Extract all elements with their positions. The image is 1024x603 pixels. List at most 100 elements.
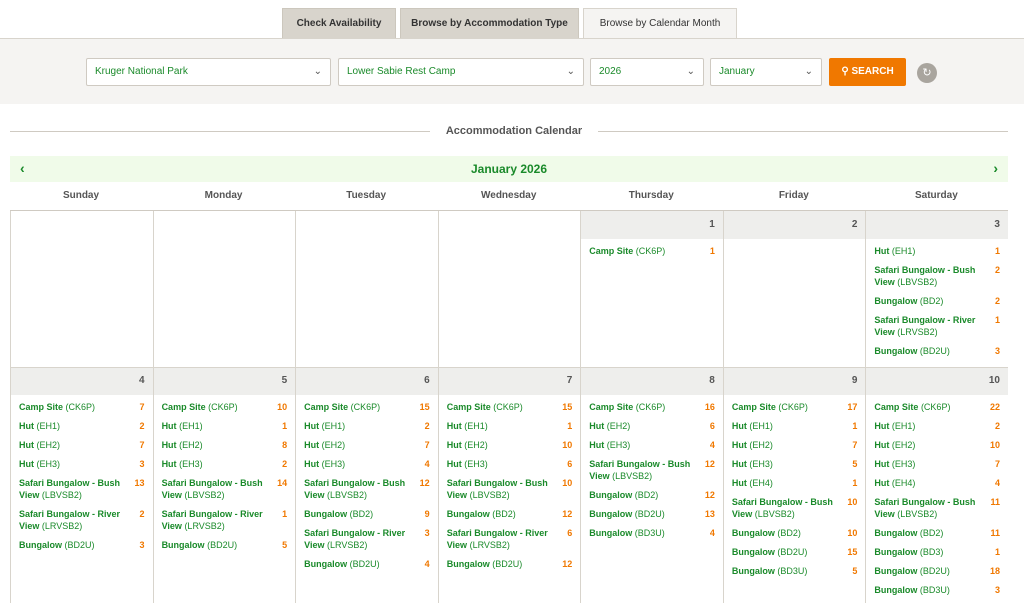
availability-item[interactable]: Camp Site (CK6P) 16 — [589, 401, 715, 413]
availability-count: 2 — [139, 509, 145, 519]
accommodation-name: Hut — [446, 440, 462, 450]
availability-item[interactable]: Safari Bungalow - Bush View (LBVSB2) 14 — [162, 477, 288, 501]
camp-select[interactable]: Lower Sabie Rest Camp ⌄ — [338, 58, 584, 86]
month-select[interactable]: January ⌄ — [710, 58, 822, 86]
availability-item[interactable]: Hut (EH4) 1 — [732, 477, 858, 489]
tab-browse-by-accommodation-type[interactable]: Browse by Accommodation Type — [400, 8, 579, 38]
availability-count: 15 — [562, 402, 573, 412]
availability-item[interactable]: Hut (EH2) 7 — [304, 439, 430, 451]
accommodation-code: (LRVSB2) — [41, 521, 83, 531]
accommodation-name: Bungalow — [731, 547, 775, 557]
availability-item[interactable]: Hut (EH1) 1 — [732, 420, 858, 432]
availability-item[interactable]: Bungalow (BD2) 12 — [447, 508, 573, 520]
availability-count: 16 — [704, 402, 715, 412]
accommodation-name: Bungalow — [731, 566, 775, 576]
availability-item[interactable]: Bungalow (BD3U) 4 — [589, 527, 715, 539]
accommodation-code: (LBVSB2) — [469, 490, 510, 500]
availability-item[interactable]: Safari Bungalow - River View (LRVSB2) 6 — [447, 527, 573, 551]
calendar-day-cell — [295, 211, 438, 367]
availability-count: 1 — [852, 421, 858, 431]
availability-item[interactable]: Safari Bungalow - Bush View (LBVSB2) 12 — [589, 458, 715, 482]
availability-item[interactable]: Safari Bungalow - Bush View (LBVSB2) 11 — [874, 496, 1000, 520]
calendar-day-cell — [152, 211, 296, 367]
availability-count: 10 — [562, 478, 573, 488]
accommodation-code: (BD2) — [919, 296, 944, 306]
availability-item[interactable]: Safari Bungalow - Bush View (LBVSB2) 13 — [19, 477, 145, 501]
availability-item[interactable]: Hut (EH3) 4 — [304, 458, 430, 470]
availability-item[interactable]: Bungalow (BD2U) 13 — [589, 508, 715, 520]
availability-item[interactable]: Safari Bungalow - River View (LRVSB2) 3 — [304, 527, 430, 551]
availability-item[interactable]: Hut (EH1) 1 — [447, 420, 573, 432]
availability-item[interactable]: Hut (EH3) 5 — [732, 458, 858, 470]
tab-check-availability[interactable]: Check Availability — [282, 8, 396, 38]
day-number: 8 — [581, 367, 723, 395]
accommodation-name: Hut — [589, 421, 605, 431]
availability-list — [724, 239, 866, 245]
availability-item[interactable]: Camp Site (CK6P) 15 — [304, 401, 430, 413]
availability-item[interactable]: Hut (EH2) 10 — [874, 439, 1000, 451]
availability-item[interactable]: Hut (EH3) 4 — [589, 439, 715, 451]
availability-item[interactable]: Bungalow (BD2U) 5 — [162, 539, 288, 551]
availability-item[interactable]: Camp Site (CK6P) 22 — [874, 401, 1000, 413]
availability-list — [11, 239, 153, 245]
accommodation-code: (LBVSB2) — [184, 490, 225, 500]
availability-item[interactable]: Hut (EH2) 7 — [19, 439, 145, 451]
availability-item[interactable]: Hut (EH4) 4 — [874, 477, 1000, 489]
availability-item[interactable]: Bungalow (BD2) 9 — [304, 508, 430, 520]
availability-count: 4 — [994, 478, 1000, 488]
availability-item[interactable]: Hut (EH3) 6 — [447, 458, 573, 470]
weekday-header: Sunday — [62, 190, 100, 201]
availability-item[interactable]: Bungalow (BD2) 10 — [732, 527, 858, 539]
availability-item[interactable]: Hut (EH3) 7 — [874, 458, 1000, 470]
availability-item[interactable]: Bungalow (BD3) 1 — [874, 546, 1000, 558]
availability-item[interactable]: Bungalow (BD2U) 12 — [447, 558, 573, 570]
accommodation-name: Bungalow — [874, 585, 918, 595]
availability-item[interactable]: Camp Site (CK6P) 15 — [447, 401, 573, 413]
availability-item[interactable]: Safari Bungalow - Bush View (LBVSB2) 10 — [447, 477, 573, 501]
availability-item[interactable]: Hut (EH2) 6 — [589, 420, 715, 432]
year-select[interactable]: 2026 ⌄ — [590, 58, 704, 86]
availability-item[interactable]: Bungalow (BD2) 2 — [874, 295, 1000, 307]
availability-item[interactable]: Bungalow (BD2) 12 — [589, 489, 715, 501]
availability-item[interactable]: Hut (EH2) 7 — [732, 439, 858, 451]
chevron-right-icon[interactable]: › — [993, 160, 998, 176]
availability-item[interactable]: Bungalow (BD2U) 18 — [874, 565, 1000, 577]
availability-item[interactable]: Bungalow (BD2U) 3 — [874, 345, 1000, 357]
availability-item[interactable]: Bungalow (BD2U) 15 — [732, 546, 858, 558]
availability-item[interactable]: Hut (EH3) 3 — [19, 458, 145, 470]
availability-item[interactable]: Safari Bungalow - Bush View (LBVSB2) 10 — [732, 496, 858, 520]
availability-item[interactable]: Camp Site (CK6P) 10 — [162, 401, 288, 413]
accommodation-code: (EH4) — [891, 478, 916, 488]
availability-item[interactable]: Camp Site (CK6P) 1 — [589, 245, 715, 257]
availability-item[interactable]: Safari Bungalow - Bush View (LBVSB2) 12 — [304, 477, 430, 501]
availability-item[interactable]: Safari Bungalow - River View (LRVSB2) 2 — [19, 508, 145, 532]
availability-item[interactable]: Hut (EH1) 1 — [162, 420, 288, 432]
availability-item[interactable]: Bungalow (BD2U) 3 — [19, 539, 145, 551]
accommodation-name: Bungalow — [589, 528, 633, 538]
availability-item[interactable]: Hut (EH1) 2 — [874, 420, 1000, 432]
availability-item[interactable]: Bungalow (BD3U) 3 — [874, 584, 1000, 596]
reset-icon[interactable]: ↻ — [917, 63, 937, 83]
availability-item[interactable]: Hut (EH1) 2 — [304, 420, 430, 432]
availability-item[interactable]: Camp Site (CK6P) 17 — [732, 401, 858, 413]
availability-item[interactable]: Hut (EH3) 2 — [162, 458, 288, 470]
day-number: 7 — [438, 367, 581, 395]
availability-item[interactable]: Safari Bungalow - River View (LRVSB2) 1 — [874, 314, 1000, 338]
divider — [598, 131, 1008, 132]
availability-count: 7 — [424, 440, 430, 450]
search-button-label: SEARCH — [851, 66, 894, 77]
tab-browse-by-calendar-month[interactable]: Browse by Calendar Month — [583, 8, 737, 39]
availability-item[interactable]: Bungalow (BD2) 11 — [874, 527, 1000, 539]
availability-item[interactable]: Safari Bungalow - Bush View (LBVSB2) 2 — [874, 264, 1000, 288]
availability-item[interactable]: Hut (EH1) 1 — [874, 245, 1000, 257]
availability-item[interactable]: Hut (EH1) 2 — [19, 420, 145, 432]
availability-item[interactable]: Hut (EH2) 8 — [162, 439, 288, 451]
availability-item[interactable]: Bungalow (BD3U) 5 — [732, 565, 858, 577]
availability-item[interactable]: Hut (EH2) 10 — [447, 439, 573, 451]
park-select[interactable]: Kruger National Park ⌄ — [86, 58, 331, 86]
availability-item[interactable]: Bungalow (BD2U) 4 — [304, 558, 430, 570]
availability-item[interactable]: Camp Site (CK6P) 7 — [19, 401, 145, 413]
availability-count: 4 — [424, 459, 430, 469]
availability-item[interactable]: Safari Bungalow - River View (LRVSB2) 1 — [162, 508, 288, 532]
search-button[interactable]: ⚲ SEARCH — [829, 58, 906, 86]
